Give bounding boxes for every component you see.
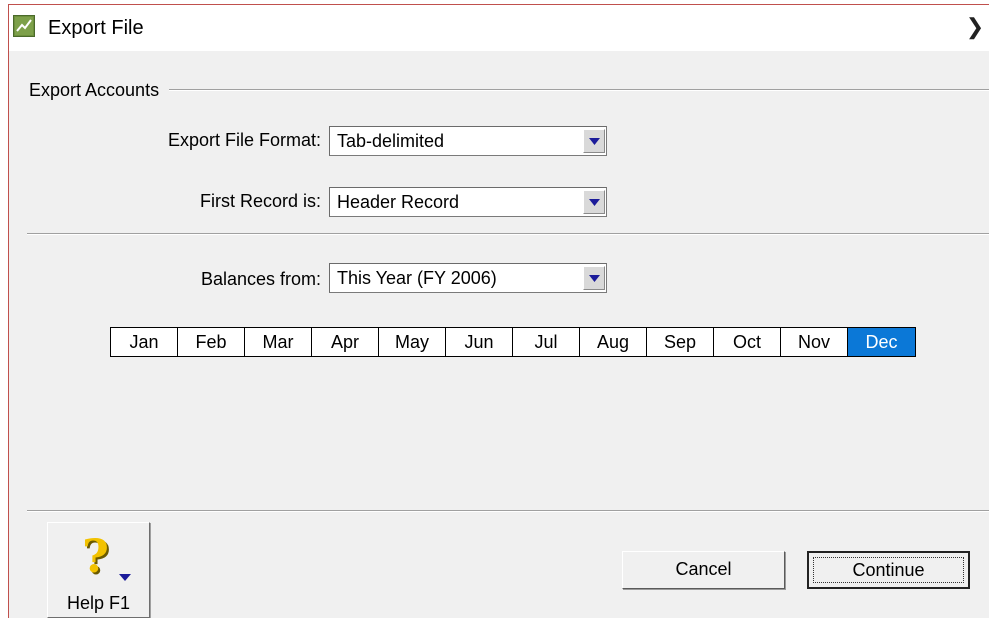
export-file-format-label: Export File Format: — [167, 130, 321, 150]
month-nov[interactable]: Nov — [781, 328, 848, 356]
dropdown-arrow-icon[interactable] — [583, 266, 605, 290]
cancel-button-label: Cancel — [675, 559, 732, 579]
export-file-format-value: Tab-delimited — [337, 131, 445, 151]
first-record-value: Header Record — [337, 192, 460, 212]
month-feb[interactable]: Feb — [178, 328, 245, 356]
continue-button-label: Continue — [852, 560, 925, 580]
section-export-accounts: Export Accounts — [29, 80, 164, 101]
chart-icon — [13, 15, 35, 37]
footer-divider — [27, 510, 989, 512]
dropdown-caret-icon — [119, 574, 131, 581]
group-divider — [169, 89, 989, 91]
export-file-format-select[interactable]: Tab-delimited — [329, 126, 607, 156]
export-file-dialog: Export File ❯ Export Accounts Export Fil… — [8, 4, 989, 618]
month-dec[interactable]: Dec — [848, 328, 915, 356]
balances-from-select[interactable]: This Year (FY 2006) — [329, 263, 607, 293]
month-selector: Jan Feb Mar Apr May Jun Jul Aug Sep Oct Nov Dec — [110, 327, 916, 357]
month-apr[interactable]: Apr — [312, 328, 379, 356]
cancel-button[interactable]: Cancel — [622, 551, 785, 589]
close-icon[interactable]: ❯ — [963, 13, 987, 41]
month-aug[interactable]: Aug — [580, 328, 647, 356]
month-may[interactable]: May — [379, 328, 446, 356]
dropdown-arrow-icon[interactable] — [583, 190, 605, 214]
month-mar[interactable]: Mar — [245, 328, 312, 356]
balances-from-value: This Year (FY 2006) — [337, 268, 497, 288]
help-button-label: Help F1 — [66, 593, 131, 613]
month-sep[interactable]: Sep — [647, 328, 714, 356]
month-jul[interactable]: Jul — [513, 328, 580, 356]
continue-button[interactable]: Continue — [807, 551, 970, 589]
help-question-icon: ? — [82, 529, 109, 583]
first-record-label: First Record is: — [199, 191, 321, 211]
section-divider — [27, 233, 989, 235]
title-bar[interactable]: Export File ❯ — [9, 5, 989, 51]
first-record-select[interactable]: Header Record — [329, 187, 607, 217]
balances-from-label: Balances from: — [200, 269, 321, 289]
month-jun[interactable]: Jun — [446, 328, 513, 356]
dialog-title: Export File — [48, 17, 144, 39]
help-button[interactable]: ? Help F1 — [47, 522, 150, 618]
dropdown-arrow-icon[interactable] — [583, 129, 605, 153]
month-oct[interactable]: Oct — [714, 328, 781, 356]
month-jan[interactable]: Jan — [111, 328, 178, 356]
